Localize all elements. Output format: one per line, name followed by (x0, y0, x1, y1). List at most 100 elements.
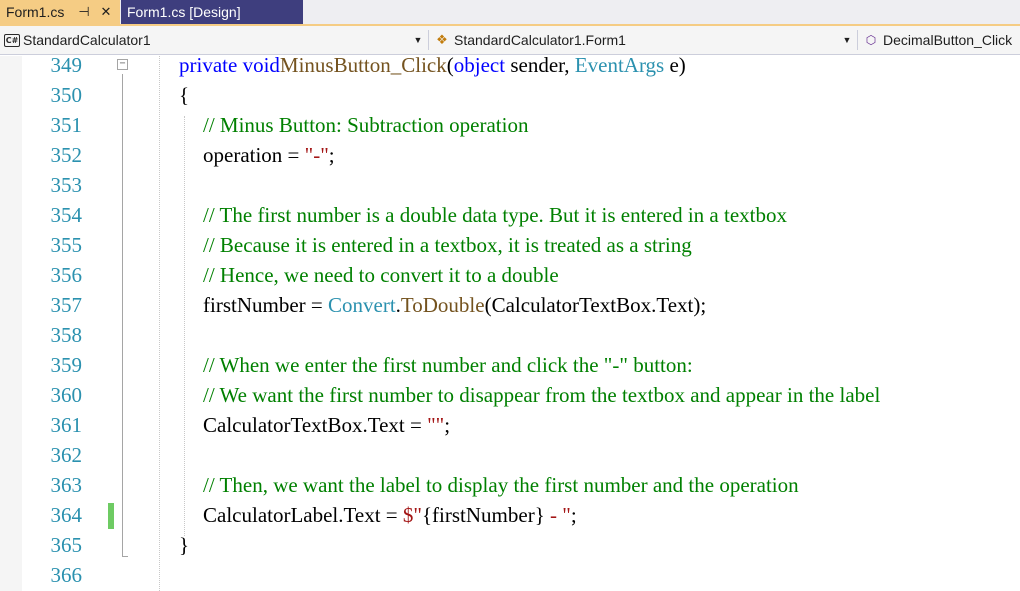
code-text: } (179, 530, 189, 560)
code-line[interactable]: 366 (0, 560, 1020, 590)
code-line[interactable]: 353 (0, 170, 1020, 200)
code-token: // Because it is entered in a textbox, i… (203, 233, 692, 257)
code-line[interactable]: 361 CalculatorTextBox.Text = ""; (0, 410, 1020, 440)
code-token: ( (446, 53, 454, 77)
code-token: // Hence, we need to convert it to a dou… (203, 263, 559, 287)
line-number: 365 (50, 533, 83, 557)
code-text: { (179, 80, 189, 110)
code-token: ToDouble (400, 293, 485, 317)
code-token: {firstNumber} (421, 503, 545, 527)
tab-form1-design[interactable]: Form1.cs [Design] (121, 0, 303, 24)
code-token: e) (664, 53, 686, 77)
code-line[interactable]: 351 // Minus Button: Subtraction operatio… (0, 110, 1020, 140)
code-text: private voidMinusButton_Click(object sen… (179, 50, 686, 80)
code-line[interactable]: 350 { (0, 80, 1020, 110)
csharp-project-icon: C# (4, 33, 20, 47)
separator (857, 30, 858, 50)
code-token: - " (544, 503, 571, 527)
code-text: operation = "-"; (203, 140, 335, 170)
chevron-down-icon[interactable]: ▼ (411, 29, 425, 51)
code-token: CalculatorLabel.Text = (203, 503, 403, 527)
member-dropdown[interactable]: ⬡ DecimalButton_Click (862, 29, 1020, 51)
code-token: "-" (304, 143, 329, 167)
code-token: ; (444, 413, 451, 437)
private-method-icon: ⬡ (865, 33, 877, 47)
class-label: StandardCalculator1.Form1 (454, 32, 626, 48)
chevron-down-icon[interactable]: ▼ (840, 29, 854, 51)
code-token: // We want the first number to disappear… (203, 383, 881, 407)
code-line[interactable]: 362 (0, 440, 1020, 470)
line-number: 364 (50, 503, 83, 527)
code-token: ; (328, 143, 335, 167)
code-text: // Then, we want the label to display th… (203, 470, 799, 500)
code-line[interactable]: 356 // Hence, we need to convert it to a … (0, 260, 1020, 290)
code-token: ; (570, 503, 577, 527)
code-line[interactable]: 349 − private voidMinusButton_Click(object… (0, 50, 1020, 80)
code-text: // The first number is a double data typ… (203, 200, 787, 230)
code-text: CalculatorTextBox.Text = ""; (203, 410, 450, 440)
code-editor[interactable]: 349 − private voidMinusButton_Click(object… (0, 53, 1020, 591)
collapse-icon[interactable]: − (117, 59, 128, 70)
line-number: 356 (50, 263, 83, 287)
line-number: 360 (50, 383, 83, 407)
line-number: 354 (50, 203, 83, 227)
code-text: // When we enter the first number and cl… (203, 350, 693, 380)
line-number: 350 (50, 83, 83, 107)
code-line[interactable]: 355 // Because it is entered in a textbox… (0, 230, 1020, 260)
class-dropdown[interactable]: ❖ StandardCalculator1.Form1 (434, 29, 834, 51)
line-number: 366 (50, 563, 83, 587)
code-token: Convert (328, 293, 396, 317)
line-number: 352 (50, 143, 83, 167)
code-token: MinusButton_Click (279, 53, 447, 77)
code-token: // When we enter the first number and cl… (203, 353, 693, 377)
member-label: DecimalButton_Click (883, 32, 1013, 48)
line-number: 361 (50, 413, 83, 437)
separator (428, 30, 429, 50)
code-token: firstNumber = (203, 293, 328, 317)
code-line[interactable]: 354 // The first number is a double data … (0, 200, 1020, 230)
code-text: CalculatorLabel.Text = $"{firstNumber} -… (203, 500, 577, 530)
code-token: $" (402, 503, 422, 527)
tab-form1-cs[interactable]: Form1.cs ⊣ ✕ (0, 0, 120, 24)
code-token: "" (427, 413, 445, 437)
code-line[interactable]: 360 // We want the first number to disapp… (0, 380, 1020, 410)
code-token: EventArgs (574, 53, 665, 77)
close-icon[interactable]: ✕ (98, 4, 114, 20)
code-token: // Minus Button: Subtraction operation (203, 113, 529, 137)
code-token: sender, (505, 53, 575, 77)
code-token: (CalculatorTextBox.Text); (484, 293, 707, 317)
code-token: void (242, 53, 280, 77)
line-number: 359 (50, 353, 83, 377)
code-token: // The first number is a double data typ… (203, 203, 787, 227)
tab-label: Form1.cs (6, 4, 65, 20)
code-text: // We want the first number to disappear… (203, 380, 880, 410)
line-number: 358 (50, 323, 83, 347)
code-text: // Because it is entered in a textbox, i… (203, 230, 692, 260)
code-token: // Then, we want the label to display th… (203, 473, 799, 497)
code-line[interactable]: 365} (0, 530, 1020, 560)
code-text: firstNumber = Convert.ToDouble(Calculato… (203, 290, 706, 320)
code-line[interactable]: 364 CalculatorLabel.Text = $"{firstNumber… (0, 500, 1020, 530)
project-label: StandardCalculator1 (23, 32, 151, 48)
line-number: 357 (50, 293, 83, 317)
line-number: 355 (50, 233, 83, 257)
line-number: 353 (50, 173, 83, 197)
code-line[interactable]: 363 // Then, we want the label to display… (0, 470, 1020, 500)
line-number: 351 (50, 113, 83, 137)
code-token: CalculatorTextBox.Text = (203, 413, 428, 437)
code-token: operation = (203, 143, 305, 167)
code-line[interactable]: 357 firstNumber = Convert.ToDouble(Calcul… (0, 290, 1020, 320)
code-token: } (179, 533, 190, 557)
code-token: private (179, 53, 238, 77)
class-icon: ❖ (436, 32, 448, 47)
code-text: // Hence, we need to convert it to a dou… (203, 260, 559, 290)
code-line[interactable]: 352 operation = "-"; (0, 140, 1020, 170)
code-line[interactable]: 358 (0, 320, 1020, 350)
code-text: // Minus Button: Subtraction operation (203, 110, 528, 140)
code-token: object (453, 53, 506, 77)
tab-label: Form1.cs [Design] (127, 4, 241, 20)
pin-icon[interactable]: ⊣ (76, 4, 92, 20)
document-tab-strip: Form1.cs ⊣ ✕ Form1.cs [Design] (0, 0, 1020, 26)
project-dropdown[interactable]: C# StandardCalculator1 (4, 29, 414, 51)
code-line[interactable]: 359 // When we enter the first number and… (0, 350, 1020, 380)
